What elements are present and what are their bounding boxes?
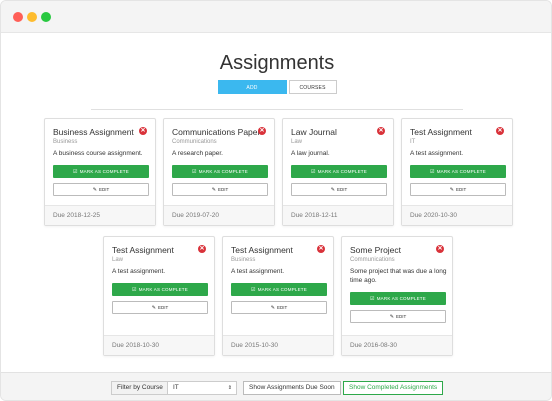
assignment-card: Test Assignment ✕ Law A test assignment.… (103, 236, 215, 356)
show-due-soon-button[interactable]: Show Assignments Due Soon (243, 381, 341, 395)
delete-icon[interactable]: ✕ (496, 127, 504, 135)
assignment-card: Communications Paper ✕ Communications A … (163, 118, 275, 226)
card-course: Business (53, 139, 78, 145)
delete-icon[interactable]: ✕ (258, 127, 266, 135)
tab-bar: ADD ASSIGNMENT COURSES (1, 80, 551, 105)
card-description: A research paper. (172, 150, 223, 157)
window-titlebar (1, 1, 551, 33)
check-icon: ☑ (73, 169, 78, 175)
card-due-date: Due 2018-12-11 (283, 205, 393, 225)
card-title: Business Assignment (53, 127, 134, 137)
card-description: A test assignment. (112, 268, 166, 275)
pencil-icon: ✎ (211, 187, 216, 193)
mark-complete-button[interactable]: ☑ MARK AS COMPLETE (112, 283, 208, 296)
pencil-icon: ✎ (389, 314, 394, 320)
card-description: A business course assignment. (53, 150, 143, 157)
pencil-icon: ✎ (92, 187, 97, 193)
delete-icon[interactable]: ✕ (139, 127, 147, 135)
filter-label: Filter by Course (111, 381, 169, 395)
check-icon: ☑ (192, 169, 197, 175)
edit-button[interactable]: ✎ EDIT (410, 183, 506, 196)
tab-add-assignment[interactable]: ADD ASSIGNMENT (217, 80, 287, 105)
tab-courses[interactable]: COURSES (288, 80, 337, 94)
mark-complete-button[interactable]: ☑ MARK AS COMPLETE (350, 292, 446, 305)
card-due-date: Due 2018-12-25 (45, 205, 155, 225)
card-due-date: Due 2020-10-30 (402, 205, 512, 225)
edit-button[interactable]: ✎ EDIT (112, 301, 208, 314)
card-course: IT (410, 139, 416, 145)
assignment-card: Some Project ✕ Communications Some proje… (341, 236, 453, 356)
assignment-card: Test Assignment ✕ Business A test assign… (222, 236, 334, 356)
card-due-date: Due 2019-07-20 (164, 205, 274, 225)
card-title: Communications Paper (172, 127, 261, 137)
card-title: Test Assignment (112, 245, 174, 255)
edit-button[interactable]: ✎ EDIT (291, 183, 387, 196)
page-title: Assignments (219, 52, 335, 74)
card-due-date: Due 2015-10-30 (223, 335, 333, 355)
main-content: Assignments ADD ASSIGNMENT COURSES Busin… (1, 34, 551, 372)
delete-icon[interactable]: ✕ (317, 245, 325, 253)
check-icon: ☑ (430, 169, 435, 175)
pencil-icon: ✎ (151, 305, 156, 311)
mark-complete-button[interactable]: ☑ MARK AS COMPLETE (172, 165, 268, 178)
mark-complete-button[interactable]: ☑ MARK AS COMPLETE (291, 165, 387, 178)
card-title: Law Journal (291, 127, 337, 137)
card-description: A law journal. (291, 150, 330, 157)
pencil-icon: ✎ (449, 187, 454, 193)
course-select[interactable]: IT ⇕ (167, 381, 237, 395)
divider (91, 109, 463, 110)
check-icon: ☑ (311, 169, 316, 175)
card-description: Some project that was due a long time ag… (350, 268, 447, 284)
edit-button[interactable]: ✎ EDIT (53, 183, 149, 196)
delete-icon[interactable]: ✕ (377, 127, 385, 135)
card-description: A test assignment. (231, 268, 285, 275)
card-course: Communications (172, 139, 217, 145)
maximize-window-button[interactable] (41, 12, 51, 22)
edit-button[interactable]: ✎ EDIT (231, 301, 327, 314)
delete-icon[interactable]: ✕ (198, 245, 206, 253)
card-description: A test assignment. (410, 150, 464, 157)
card-title: Some Project (350, 245, 402, 255)
mark-complete-button[interactable]: ☑ MARK AS COMPLETE (231, 283, 327, 296)
card-course: Business (231, 257, 256, 263)
card-course: Law (112, 257, 124, 263)
card-due-date: Due 2016-08-30 (342, 335, 452, 355)
card-due-date: Due 2018-10-30 (104, 335, 214, 355)
edit-button[interactable]: ✎ EDIT (350, 310, 446, 323)
course-select-value: IT (173, 384, 179, 391)
browser-window: Assignments ADD ASSIGNMENT COURSES Busin… (0, 0, 552, 401)
minimize-window-button[interactable] (27, 12, 37, 22)
card-title: Test Assignment (231, 245, 293, 255)
mark-complete-button[interactable]: ☑ MARK AS COMPLETE (410, 165, 506, 178)
card-course: Communications (350, 257, 395, 263)
assignment-card: Business Assignment ✕ Business A busines… (44, 118, 156, 226)
show-completed-button[interactable]: Show Completed Assignments (343, 381, 444, 395)
edit-button[interactable]: ✎ EDIT (172, 183, 268, 196)
pencil-icon: ✎ (270, 305, 275, 311)
delete-icon[interactable]: ✕ (436, 245, 444, 253)
card-title: Test Assignment (410, 127, 472, 137)
select-arrows-icon: ⇕ (227, 385, 232, 391)
pencil-icon: ✎ (330, 187, 335, 193)
check-icon: ☑ (132, 287, 137, 293)
assignment-card: Test Assignment ✕ IT A test assignment. … (401, 118, 513, 226)
check-icon: ☑ (370, 296, 375, 302)
assignment-card: Law Journal ✕ Law A law journal. ☑ MARK A… (282, 118, 394, 226)
close-window-button[interactable] (13, 12, 23, 22)
card-course: Law (291, 139, 303, 145)
mark-complete-button[interactable]: ☑ MARK AS COMPLETE (53, 165, 149, 178)
check-icon: ☑ (251, 287, 256, 293)
filter-bar: Filter by Course IT ⇕ Show Assignments D… (1, 372, 551, 400)
